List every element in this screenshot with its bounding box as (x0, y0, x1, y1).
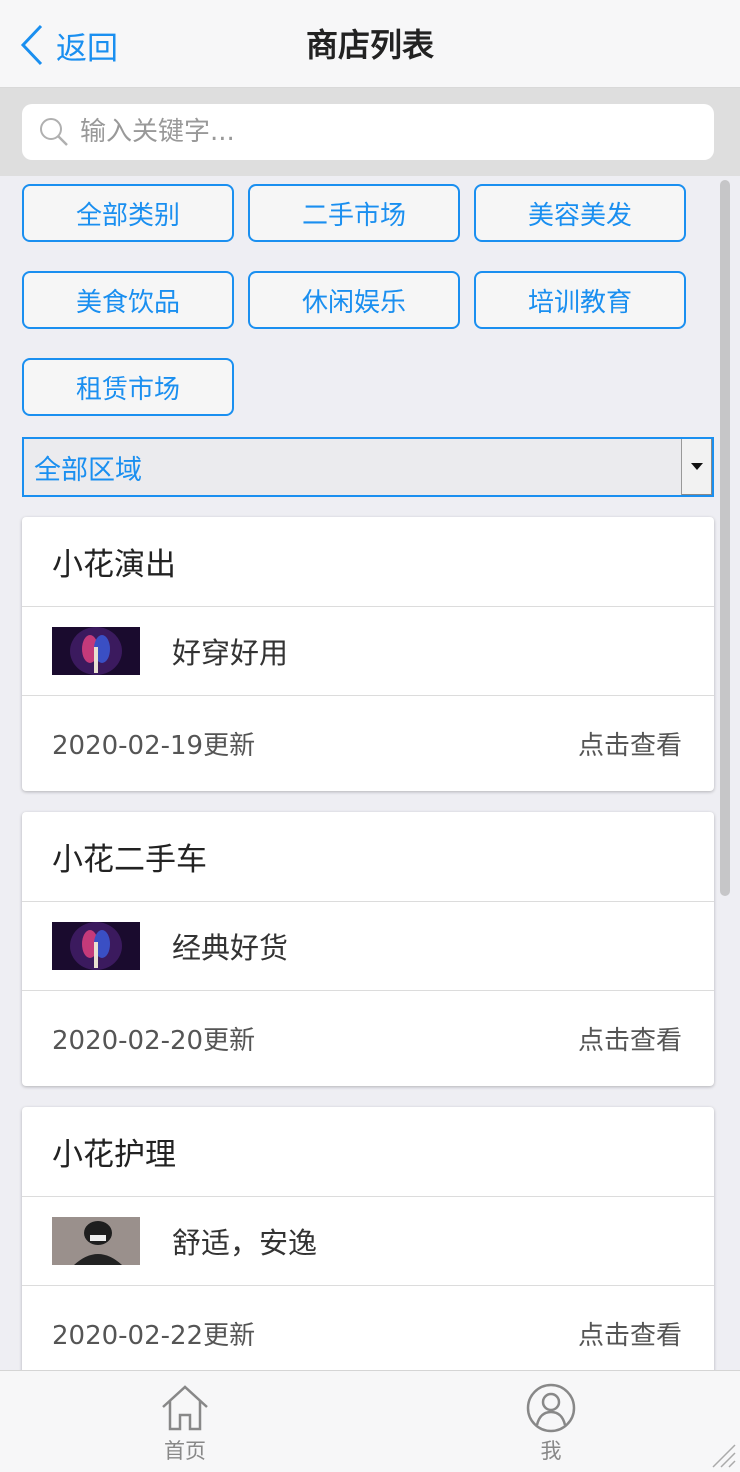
category-training[interactable]: 培训教育 (474, 271, 686, 329)
shop-footer: 2020-02-22更新 点击查看 (22, 1286, 714, 1370)
shop-card[interactable]: 小花护理 舒适，安逸 2020-02-22更新 点击查看 (22, 1107, 714, 1370)
nav-bar: 返回 商店列表 (0, 0, 740, 88)
category-food[interactable]: 美食饮品 (22, 271, 234, 329)
shop-body: 好穿好用 (22, 607, 714, 696)
category-beauty[interactable]: 美容美发 (474, 184, 686, 242)
tab-home-label: 首页 (164, 1439, 206, 1463)
scrollbar[interactable] (720, 180, 730, 896)
page-title: 商店列表 (305, 26, 434, 64)
view-button[interactable]: 点击查看 (578, 1020, 682, 1057)
shop-footer: 2020-02-19更新 点击查看 (22, 696, 714, 791)
shop-card[interactable]: 小花演出 好穿好用 2020-02-19更新 点击查看 (22, 517, 714, 791)
shop-footer: 2020-02-20更新 点击查看 (22, 991, 714, 1086)
shop-updated-date: 2020-02-22更新 (52, 1321, 256, 1351)
shop-body: 舒适，安逸 (22, 1197, 714, 1286)
category-rental[interactable]: 租赁市场 (22, 358, 234, 416)
tab-bar: 首页 我 (0, 1370, 740, 1472)
home-icon (162, 1385, 208, 1431)
tab-me-label: 我 (540, 1439, 562, 1463)
resize-grip-icon (712, 1444, 736, 1468)
user-icon (526, 1383, 576, 1433)
tab-me[interactable]: 我 (491, 1383, 611, 1469)
search-bar (0, 88, 740, 176)
shop-description: 经典好货 (172, 931, 289, 965)
shop-thumbnail (52, 922, 140, 970)
category-leisure[interactable]: 休闲娱乐 (248, 271, 460, 329)
shop-list-content[interactable]: 全部类别 二手市场 美容美发 美食饮品 休闲娱乐 培训教育 租赁市场 全部区域 … (0, 176, 740, 1370)
category-second-hand[interactable]: 二手市场 (248, 184, 460, 242)
shop-thumbnail (52, 1217, 140, 1265)
shop-description: 舒适，安逸 (172, 1226, 318, 1260)
view-button[interactable]: 点击查看 (578, 1315, 682, 1352)
shop-name: 小花二手车 (22, 812, 714, 902)
search-input[interactable] (78, 116, 682, 148)
shop-body: 经典好货 (22, 902, 714, 991)
shop-card[interactable]: 小花二手车 经典好货 2020-02-20更新 点击查看 (22, 812, 714, 1086)
region-select[interactable]: 全部区域 (22, 437, 714, 497)
shop-thumbnail (52, 627, 140, 675)
category-all[interactable]: 全部类别 (22, 184, 234, 242)
shop-name: 小花演出 (22, 517, 714, 607)
tab-home[interactable]: 首页 (125, 1383, 245, 1469)
shop-description: 好穿好用 (172, 636, 289, 670)
shop-updated-date: 2020-02-20更新 (52, 1026, 256, 1056)
shop-updated-date: 2020-02-19更新 (52, 731, 256, 761)
search-icon (40, 118, 68, 146)
shop-name: 小花护理 (22, 1107, 714, 1197)
search-box[interactable] (22, 104, 714, 160)
dropdown-arrow-icon[interactable] (681, 439, 712, 495)
view-button[interactable]: 点击查看 (578, 725, 682, 762)
region-select-value: 全部区域 (34, 454, 142, 486)
